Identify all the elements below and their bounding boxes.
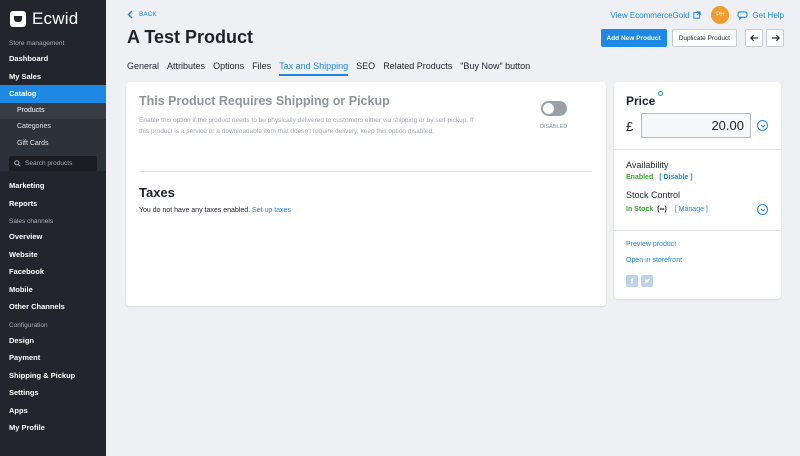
previous-product-button[interactable] (745, 29, 763, 47)
sidebar-item-catalog[interactable]: Catalog (0, 85, 106, 103)
back-label: BACK (139, 11, 157, 18)
tab-attributes[interactable]: Attributes (167, 61, 205, 76)
availability-status: Enabled [ Disable ] (626, 174, 693, 181)
search-placeholder: Search products (25, 160, 73, 167)
tab-general[interactable]: General (127, 61, 159, 76)
sidebar-item-payment[interactable]: Payment (0, 349, 106, 367)
tab-buy-now-button[interactable]: "Buy Now" button (460, 61, 530, 76)
price-card: Price £ 20.00 Availability Enabled [ Dis… (614, 82, 781, 299)
section-configuration: Configuration (9, 321, 48, 329)
sidebar-item-apps[interactable]: Apps (0, 402, 106, 420)
setup-taxes-link[interactable]: Set up taxes (252, 207, 291, 214)
divider (614, 230, 781, 231)
search-products-input[interactable]: Search products (9, 156, 97, 171)
sidebar-item-reports[interactable]: Reports (0, 195, 106, 213)
stock-control-label: Stock Control (626, 190, 681, 200)
catalog-submenu: Products Categories Gift Cards Search pr… (0, 102, 106, 171)
avatar[interactable]: PH (711, 6, 730, 24)
section-store-management: Store management (9, 40, 65, 47)
cart-icon (10, 11, 26, 27)
arrow-right-icon (771, 34, 780, 42)
sidebar-item-products[interactable]: Products (0, 102, 106, 119)
stock-expand-button[interactable] (757, 204, 768, 215)
sidebar-item-mobile[interactable]: Mobile (0, 281, 106, 299)
sidebar-item-overview[interactable]: Overview (0, 228, 106, 246)
currency-symbol: £ (626, 119, 634, 134)
price-title: Price (626, 94, 656, 108)
main-content: BACK A Test Product View EcommerceGold P… (106, 0, 800, 456)
chevron-left-icon (127, 10, 133, 19)
logo-text: Ecwid (32, 9, 79, 28)
shipping-description: Enable this option if the product needs … (139, 117, 474, 135)
taxes-title: Taxes (139, 185, 175, 200)
duplicate-product-button[interactable]: Duplicate Product (671, 29, 737, 47)
chat-bubble-icon (737, 10, 748, 20)
toggle-state-label: DISABLED (540, 124, 568, 130)
top-links: View EcommerceGold PH Get Help (610, 6, 784, 24)
bird-glyph (644, 278, 650, 283)
taxes-message: You do not have any taxes enabled. (139, 207, 251, 214)
sidebar-item-gift-cards[interactable]: Gift Cards (0, 136, 106, 153)
sidebar-item-facebook[interactable]: Facebook (0, 263, 106, 281)
search-icon (14, 160, 21, 167)
stock-value: In Stock (626, 206, 654, 213)
logo[interactable]: Ecwid (0, 0, 106, 38)
sidebar-item-shipping-pickup[interactable]: Shipping & Pickup (0, 367, 106, 385)
get-help-link[interactable]: Get Help (737, 11, 784, 20)
tab-seo[interactable]: SEO (356, 61, 375, 76)
back-link[interactable]: BACK (127, 10, 157, 19)
taxes-text: You do not have any taxes enabled. Set u… (139, 207, 291, 214)
product-tabs: General Attributes Options Files Tax and… (127, 61, 538, 76)
preview-product-link[interactable]: Preview product (626, 241, 676, 248)
section-sales-channels: Sales channels (9, 218, 54, 225)
sidebar-item-dashboard[interactable]: Dashboard (0, 50, 106, 68)
twitter-icon[interactable] (641, 275, 653, 287)
get-help-label: Get Help (752, 10, 784, 20)
price-expand-button[interactable] (757, 120, 768, 131)
sidebar-item-settings[interactable]: Settings (0, 384, 106, 402)
open-storefront-link[interactable]: Open in storefront (626, 257, 682, 264)
header-actions: Add New Product Duplicate Product (600, 29, 784, 47)
sidebar-item-marketing[interactable]: Marketing (0, 177, 106, 195)
sidebar-item-my-profile[interactable]: My Profile (0, 419, 106, 437)
sidebar-item-other-channels[interactable]: Other Channels (0, 298, 106, 316)
sidebar-item-my-sales[interactable]: My Sales (0, 68, 106, 86)
stock-infinity: (∞) (657, 206, 667, 213)
sidebar-item-design[interactable]: Design (0, 332, 106, 350)
next-product-button[interactable] (766, 29, 784, 47)
tab-related-products[interactable]: Related Products (383, 61, 452, 76)
divider (614, 149, 781, 150)
view-store-label: View EcommerceGold (610, 10, 690, 20)
tab-options[interactable]: Options (213, 61, 244, 76)
info-icon[interactable] (658, 91, 663, 96)
view-store-link[interactable]: View EcommerceGold (610, 10, 702, 20)
manage-link[interactable]: [ Manage ] (675, 206, 708, 213)
sidebar-item-categories[interactable]: Categories (0, 119, 106, 136)
shipping-toggle[interactable] (541, 101, 567, 116)
tab-tax-and-shipping[interactable]: Tax and Shipping (279, 61, 349, 76)
tab-files[interactable]: Files (252, 61, 271, 76)
disable-link[interactable]: [ Disable ] (659, 174, 692, 181)
chevron-down-icon (760, 124, 765, 128)
facebook-icon[interactable]: f (626, 275, 638, 287)
price-input[interactable]: 20.00 (641, 113, 751, 138)
sidebar: Ecwid Store management Dashboard My Sale… (0, 0, 106, 456)
availability-label: Availability (626, 160, 669, 170)
tax-shipping-card: This Product Requires Shipping or Pickup… (126, 82, 606, 306)
arrow-left-icon (749, 34, 758, 42)
sidebar-item-website[interactable]: Website (0, 246, 106, 264)
add-new-product-button[interactable]: Add New Product (600, 29, 667, 47)
availability-value: Enabled (626, 174, 654, 181)
external-link-icon (693, 11, 702, 19)
stock-status: In Stock (∞) [ Manage ] (626, 206, 708, 213)
page-title: A Test Product (127, 27, 254, 47)
social-share: f (626, 275, 656, 287)
chevron-down-icon (760, 208, 765, 212)
divider (139, 171, 592, 172)
shipping-title: This Product Requires Shipping or Pickup (139, 94, 390, 108)
